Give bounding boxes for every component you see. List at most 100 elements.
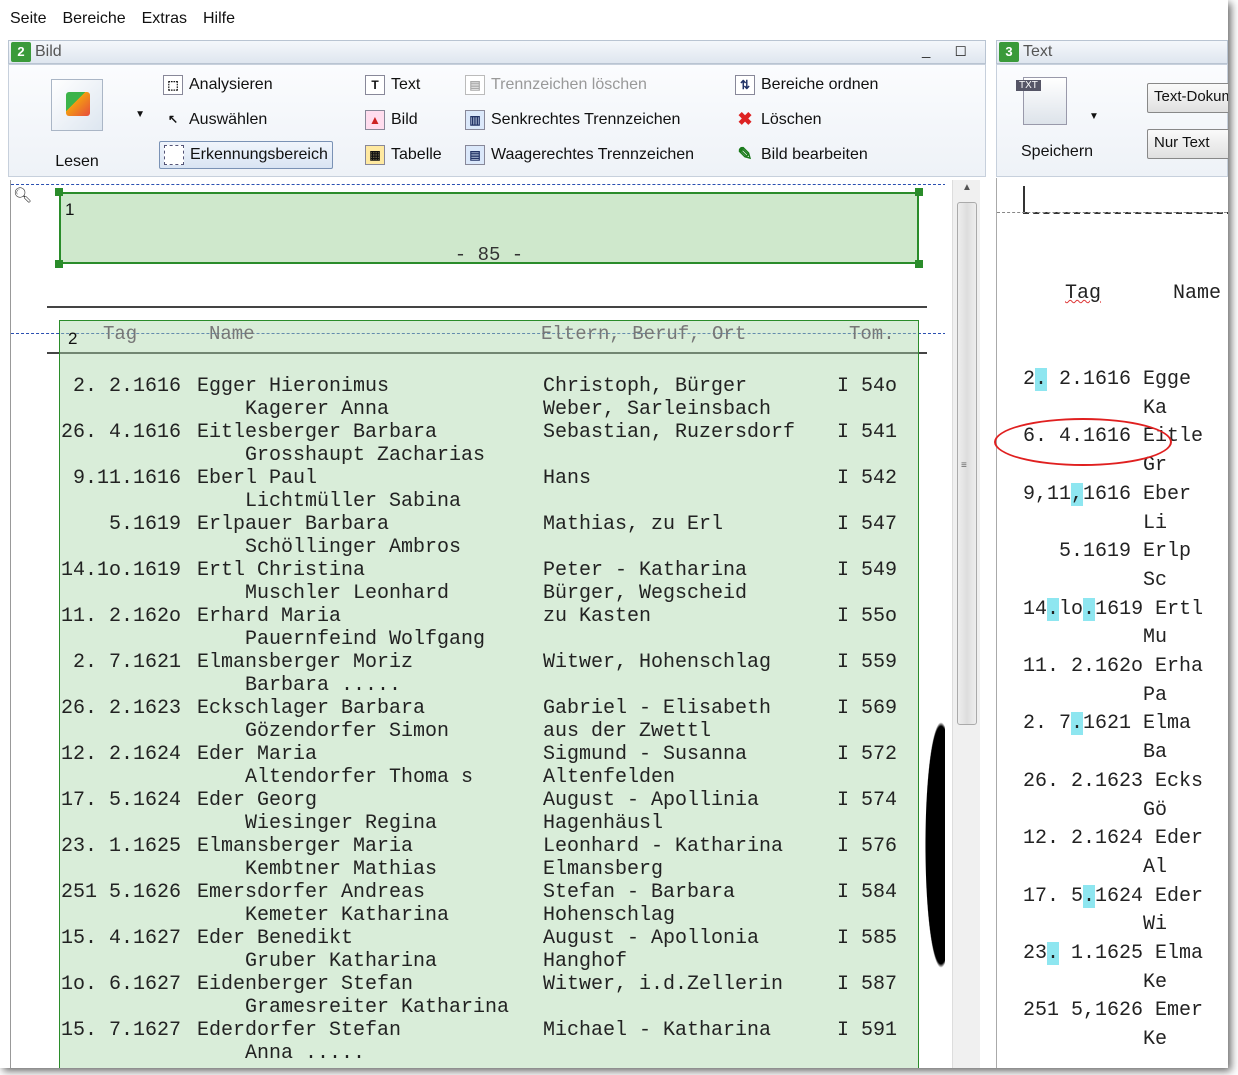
read-button[interactable]: ▼ Lesen [27,73,145,173]
text-segment: 23 [1023,942,1048,965]
row-date: 23. 1.1625 [61,835,182,858]
highlighted-char: . [1047,942,1060,965]
highlighted-char: . [1035,368,1048,391]
vertical-separator-button[interactable]: ▥ Senkrechtes Trennzeichen [461,106,684,134]
order-icon: ⇅ [735,75,755,95]
recognized-text-editor[interactable]: Tag Name 2. 2.1616 Egge Ka 6. 4.1616 Eitl… [996,178,1228,1068]
text-frame [1023,186,1228,214]
row-ref: I 55o [837,605,898,628]
highlighted-char: . [1047,597,1060,621]
text-line: Mu [1023,626,1167,649]
text-segment: 2 [1023,368,1036,391]
menu-hilfe[interactable]: Hilfe [203,10,235,28]
text-segment: 1616 Eber [1083,482,1192,506]
row-info: Peter - Katharina [543,559,748,582]
row-info: August - Apollinia [543,789,760,812]
row-name: Muschler Leonhard [197,582,450,605]
zone-handle[interactable] [915,188,923,196]
row-name: Wiesinger Regina [197,812,438,835]
row-ref: I 542 [837,467,898,490]
row-name: Eckschlager Barbara [197,697,426,720]
text-segment: Gö [1023,798,1168,822]
row-info: August - Apollonia [543,927,760,950]
row-name: Eidenberger Stefan [197,973,414,996]
row-info: Witwer, i.d.Zellerin [543,973,784,996]
text-segment: 251 5,1626 Emer [1023,999,1204,1023]
vertical-separator-icon: ▥ [465,110,485,130]
analyze-button[interactable]: ⬚ Analysieren [159,71,277,99]
row-name: Kembtner Mathias [197,858,438,881]
text-mode-select[interactable]: Nur Text [1147,129,1228,159]
row-name: Altendorfer Thoma s [197,766,474,789]
text-segment: Wi [1023,913,1168,937]
text-line: Wi [1023,913,1167,936]
text-header-tag: Tag [1065,282,1102,305]
zone-handle[interactable] [915,260,923,268]
horizontal-separator-button[interactable]: ▤ Waagerechtes Trennzeichen [461,141,698,169]
zone-handle[interactable] [55,260,63,268]
text-area-button[interactable]: T Text [361,71,424,99]
row-date: 2. 7.1621 [61,651,182,674]
recognition-area-button[interactable]: Erkennungsbereich [159,141,333,169]
text-segment: Ba [1023,741,1168,765]
pane-window-buttons[interactable]: _ ◻ [922,41,977,59]
zone-handle[interactable] [55,188,63,196]
table-area-button[interactable]: ▦ Tabelle [361,141,446,169]
row-ref: I 587 [837,973,898,996]
text-segment: Mu [1023,626,1168,650]
row-name: Eder Benedikt [197,927,354,950]
edit-image-button[interactable]: ✎ Bild bearbeiten [731,141,872,169]
chevron-down-icon[interactable]: ▼ [1089,111,1099,122]
image-canvas[interactable]: 🔍︎ 1 - 85 - 2 Tag Name Eltern, Beruf, Or… [10,180,945,1068]
text-segment: Pa [1023,683,1168,707]
page-number: - 85 - [454,244,524,266]
menu-bereiche[interactable]: Bereiche [62,10,125,28]
delete-x-icon: ✖ [737,109,753,129]
save-button[interactable]: TXT ▼ Speichern [1009,71,1109,171]
delete-separators-button[interactable]: ▤ Trennzeichen löschen [461,71,651,99]
row-date: 15. 7.1627 [61,1019,182,1042]
text-segment: Ke [1023,1028,1168,1052]
row-ref: I 576 [837,835,898,858]
text-line: Pa [1023,684,1167,707]
image-pane-title: Bild [35,43,62,60]
cursor-icon: ↖ [167,112,179,126]
chevron-down-icon[interactable]: ▼ [135,109,145,120]
image-icon: ▲ [365,110,385,130]
row-date: 15. 4.1627 [61,927,182,950]
row-ref: I 584 [837,881,898,904]
row-info: Hans [543,467,592,490]
text-line: 2. 2.1616 Egge [1023,368,1191,391]
row-info: Michael - Katharina [543,1019,772,1042]
row-ref: I 569 [837,697,898,720]
menu-seite[interactable]: Seite [10,10,46,28]
highlighted-char: . [1083,597,1096,621]
image-area-button[interactable]: ▲ Bild [361,106,422,134]
highlighted-char: . [1071,712,1084,736]
text-segment: 12. 2.1624 Eder [1023,827,1204,851]
order-areas-button[interactable]: ⇅ Bereiche ordnen [731,71,882,99]
select-button[interactable]: ↖ Auswählen [159,106,271,134]
row-name: Eder Maria [197,743,318,766]
row-name: Schöllinger Ambros [197,536,462,559]
text-divider [997,212,1228,213]
text-line: 14.lo.1619 Ertl [1023,597,1203,621]
text-segment: 5.1619 [1023,540,1144,564]
row-name: Kagerer Anna [197,398,390,421]
header-tome: Tom. [849,323,895,345]
highlighted-char: . [1083,884,1096,908]
text-line: 17. 5.1624 Eder [1023,884,1203,908]
scrollbar-thumb[interactable] [957,202,977,725]
text-line: Ba [1023,741,1167,764]
text-line: Sc [1023,569,1167,592]
text-line: 23. 1.1625 Elma [1023,942,1203,965]
row-date: 5.1619 [61,513,182,536]
menu-extras[interactable]: Extras [142,10,187,28]
text-toolbar: TXT ▼ Speichern Text-Dokument Nur Text [996,64,1228,177]
vertical-scrollbar[interactable]: ▲ ≡ [952,180,980,1068]
scroll-up-icon[interactable]: ▲ [962,182,972,193]
recognition-zone-1[interactable]: 1 - 85 - [59,192,919,266]
text-header-name: Name [1173,282,1222,305]
delete-button[interactable]: ✖ Löschen [731,106,826,134]
document-type-select[interactable]: Text-Dokument [1147,83,1228,113]
